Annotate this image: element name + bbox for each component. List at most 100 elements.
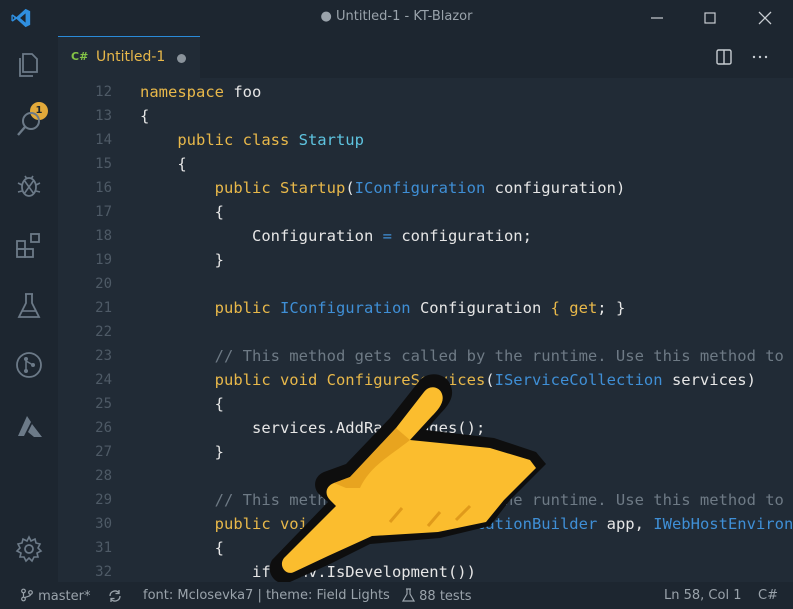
line-number: 17 (95, 204, 112, 220)
code-token: public class (140, 131, 299, 149)
line-number: 31 (95, 540, 112, 556)
code-token: // This method gets called by the runtim… (140, 347, 793, 365)
line-number: 18 (95, 228, 112, 244)
font-theme-status[interactable]: font: Mclosevka7 | theme: Field Lights (143, 588, 390, 603)
tests-count: 88 tests (419, 589, 472, 604)
line-number: 26 (95, 420, 112, 436)
code-line[interactable]: { (140, 392, 793, 416)
code-line[interactable]: public Startup(IConfiguration configurat… (140, 176, 793, 200)
code-token: public void (140, 515, 327, 533)
code-line[interactable] (140, 272, 793, 296)
code-token: foo (224, 83, 262, 101)
title-bar: ● Untitled-1 - KT-Blazor (0, 0, 793, 36)
code-area[interactable]: namespace foo { public class Startup { pu… (140, 80, 793, 582)
code-token: { (550, 299, 570, 317)
tab-untitled-1[interactable]: C# Untitled-1 (58, 36, 200, 78)
code-token: Startup (279, 179, 346, 197)
code-token: IConfiguration (354, 179, 486, 197)
code-token: { (140, 203, 224, 221)
code-line[interactable]: public class Startup (140, 128, 793, 152)
code-line[interactable] (140, 320, 793, 344)
code-token: { (140, 539, 224, 557)
code-token: = (382, 227, 392, 245)
code-token: public (140, 179, 280, 197)
line-number: 29 (95, 492, 112, 508)
git-branch-icon (21, 588, 33, 602)
settings-gear-icon[interactable] (14, 534, 44, 564)
code-token: ( (345, 179, 355, 197)
code-line[interactable]: public void ConfigureServices(IServiceCo… (140, 368, 793, 392)
close-icon[interactable] (753, 6, 777, 30)
code-token: } (140, 443, 224, 461)
code-line[interactable]: if (env.IsDevelopment()) (140, 560, 793, 582)
window-title: ● Untitled-1 - KT-Blazor (320, 9, 473, 24)
line-number: 22 (95, 324, 112, 340)
azure-icon[interactable] (14, 412, 44, 442)
code-token: services) (662, 371, 756, 389)
line-number: 19 (95, 252, 112, 268)
code-token: { (140, 107, 150, 125)
line-number: 16 (95, 180, 112, 196)
unsaved-dot-icon[interactable] (177, 54, 186, 63)
code-line[interactable]: public IConfiguration Configuration { ge… (140, 296, 793, 320)
code-token: app, (597, 515, 654, 533)
line-number: 13 (95, 108, 112, 124)
code-token: services.AddRazorPages(); (140, 419, 486, 437)
code-line[interactable]: // This method gets called by the runtim… (140, 344, 793, 368)
split-editor-icon[interactable] (714, 47, 734, 67)
code-token: Configuration (140, 227, 383, 245)
line-number: 14 (95, 132, 112, 148)
code-token: Configuration (410, 299, 551, 317)
code-line[interactable]: services.AddRazorPages(); (140, 416, 793, 440)
cursor-position[interactable]: Ln 58, Col 1 (664, 588, 741, 603)
code-token: get (569, 299, 598, 317)
editor-tab-bar: C# Untitled-1 (58, 36, 793, 78)
git-icon[interactable] (14, 350, 44, 380)
line-number: 32 (95, 564, 112, 580)
line-number-gutter: 12 13 14 15 16 17 18 19 20 21 22 23 24 25 26 27 28 29 30 31… (58, 80, 112, 582)
code-line[interactable]: public void Configure(IApplicationBuilde… (140, 512, 793, 536)
code-line[interactable]: { (140, 536, 793, 560)
activity-bar: 1 (0, 36, 58, 582)
code-token: Startup (298, 131, 364, 149)
files-icon[interactable] (14, 50, 44, 80)
code-line[interactable]: } (140, 248, 793, 272)
code-line[interactable]: { (140, 104, 793, 128)
beaker-icon (402, 588, 415, 602)
flask-icon[interactable] (14, 291, 44, 321)
code-line[interactable]: } (140, 440, 793, 464)
code-token: public (140, 299, 280, 317)
status-bar: master* font: Mclosevka7 | theme: Field … (0, 582, 793, 609)
debug-icon[interactable] (14, 170, 44, 200)
code-token: configuration) (485, 179, 626, 197)
sync-icon[interactable] (107, 588, 123, 604)
code-line[interactable]: { (140, 200, 793, 224)
code-token: if (env.IsDevelopment()) (140, 563, 476, 581)
search-icon[interactable] (14, 109, 44, 139)
code-line[interactable] (140, 464, 793, 488)
code-token: { (140, 155, 187, 173)
code-line[interactable]: // This method gets called by the runtim… (140, 488, 793, 512)
code-token: IConfiguration (279, 299, 411, 317)
line-number: 23 (95, 348, 112, 364)
tests-status[interactable]: 88 tests (402, 588, 472, 604)
code-line[interactable]: namespace foo (140, 80, 793, 104)
code-editor[interactable]: 12 13 14 15 16 17 18 19 20 21 22 23 24 25 26 27 28 29 30 31… (58, 78, 793, 582)
language-mode[interactable]: C# (758, 588, 778, 603)
git-branch-status[interactable]: master* (20, 588, 90, 604)
code-line[interactable]: { (140, 152, 793, 176)
line-number: 15 (95, 156, 112, 172)
code-line[interactable]: Configuration = configuration; (140, 224, 793, 248)
code-token: IWebHostEnvironment (653, 515, 793, 533)
maximize-icon[interactable] (698, 6, 722, 30)
extensions-icon[interactable] (14, 230, 44, 260)
code-token: { (140, 395, 224, 413)
code-token: IApplicationBuilder (419, 515, 598, 533)
code-token: ( (410, 515, 420, 533)
line-number: 12 (95, 84, 112, 100)
minimize-icon[interactable] (645, 6, 669, 30)
line-number: 21 (95, 300, 112, 316)
more-actions-icon[interactable] (750, 47, 770, 67)
code-token: // This method gets called by the runtim… (140, 491, 793, 509)
line-number: 27 (95, 444, 112, 460)
